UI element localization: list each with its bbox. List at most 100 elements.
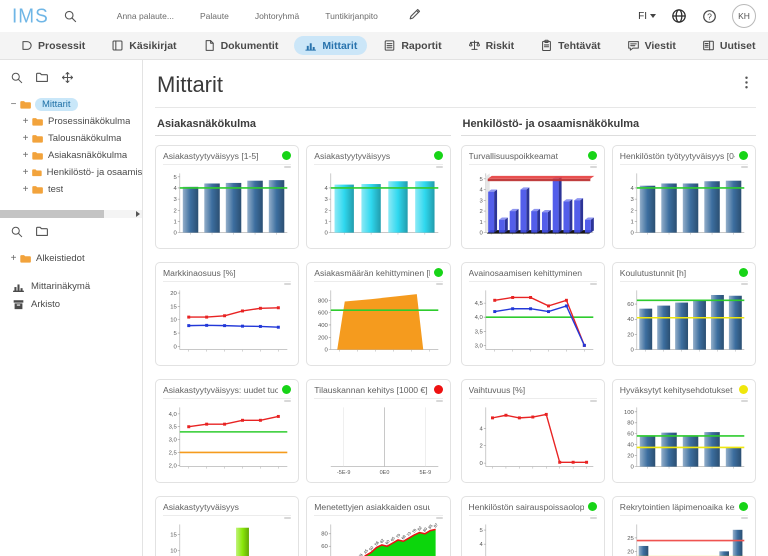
svg-text:?: ?: [707, 11, 712, 21]
chart-canvas: 0 200 400 600 800: [318, 290, 439, 353]
folder-icon: [31, 132, 44, 145]
svg-text:60: 60: [627, 432, 634, 438]
chart-card[interactable]: Koulutustunnit [h] 0 20 40 60: [611, 261, 756, 366]
nav-item-clipboard[interactable]: Tehtävät: [530, 36, 610, 55]
chart-card[interactable]: Henkilöstön työtyytyväisyys [0-... 0 1 2 3 4: [611, 144, 756, 249]
card-divider: [314, 163, 443, 165]
nav-item-news[interactable]: Uutiset: [692, 36, 766, 55]
chart-canvas: 4060802030384550586260657068737882808587: [321, 522, 439, 556]
tree-item[interactable]: + Asiakasnäkökulma: [0, 147, 142, 164]
nav-item-process[interactable]: Prosessit: [10, 36, 95, 55]
ims-logo[interactable]: IMS: [12, 6, 49, 26]
svg-text:1: 1: [325, 219, 328, 225]
expand-toggle[interactable]: +: [20, 184, 31, 195]
nav-item-document[interactable]: Dokumentit: [193, 36, 289, 55]
horizontal-scrollbar[interactable]: [0, 210, 142, 218]
card-divider: [468, 514, 597, 516]
chart-card[interactable]: Rekrytointien läpimenoaika kes...1015202…: [611, 495, 756, 556]
nav-item-message[interactable]: Viestit: [617, 36, 686, 55]
tree-item[interactable]: + Henkilöstö- ja osaamisnä: [0, 164, 142, 181]
search-icon[interactable]: [10, 225, 23, 238]
chart-canvas: 2345: [479, 524, 486, 556]
sidebar-link[interactable]: Mittarinäkymä: [0, 277, 142, 295]
svg-text:2,5: 2,5: [169, 450, 178, 456]
tree-item[interactable]: + Alkeistiedot: [0, 250, 142, 267]
search-icon[interactable]: [10, 71, 23, 84]
chart-canvas: 0 20 40 60 80 100: [624, 407, 745, 470]
status-dot-none: [282, 268, 291, 277]
svg-text:1: 1: [174, 219, 177, 225]
status-dot-green: [433, 268, 443, 278]
expand-toggle[interactable]: +: [8, 253, 19, 264]
chart-card[interactable]: Tilauskannan kehitys [1000 €] -5E-9 0E0 5E-…: [306, 378, 451, 483]
chart-card-header: Asiakastyytyväisyys [1-5]: [163, 151, 292, 161]
status-dot-none: [434, 502, 443, 511]
tree-item-root[interactable]: − Mittarit: [0, 96, 142, 113]
chart-title: Markkinaosuus [%]: [163, 267, 236, 278]
kebab-menu-icon[interactable]: [739, 75, 754, 95]
collapse-toggle[interactable]: −: [8, 99, 19, 110]
dashboard-sections: Asiakasnäkökulma Asiakastyytyväisyys [1-5…: [155, 108, 756, 556]
section-label: Asiakasnäkökulma: [155, 116, 451, 136]
expand-toggle[interactable]: +: [20, 167, 31, 178]
scrollbar-thumb[interactable]: [0, 210, 104, 218]
folder-tree: − Mittarit + Prosessinäkökulma + Talousnäköku…: [0, 92, 142, 204]
expand-toggle[interactable]: +: [20, 150, 31, 161]
scrollbar-right-arrow[interactable]: [136, 211, 140, 217]
pencil-icon[interactable]: [408, 7, 422, 21]
svg-text:600: 600: [318, 310, 329, 316]
chart-card[interactable]: Vaihtuvuus [%] 0 2 4: [460, 378, 605, 483]
sidebar-link[interactable]: Arkisto: [0, 295, 142, 313]
nav-item-report[interactable]: Raportit: [373, 36, 451, 55]
main-content: Mittarit Asiakasnäkökulma Asiakastyytyväi…: [143, 60, 768, 556]
chart-dark-icon: [12, 280, 25, 293]
chart-canvas: 0 20 40 60: [627, 290, 745, 353]
tree-item[interactable]: + Prosessinäkökulma: [0, 113, 142, 130]
avatar[interactable]: KH: [732, 4, 756, 28]
svg-text:4,0: 4,0: [474, 315, 483, 321]
dashboard-section: Asiakasnäkökulma Asiakastyytyväisyys [1-5…: [155, 116, 451, 556]
move-icon[interactable]: [61, 71, 74, 84]
card-handle: [435, 399, 443, 402]
folder-outline-icon[interactable]: [35, 224, 49, 238]
chart-card[interactable]: Asiakasmäärän kehittyminen [lk... 0 200 400…: [306, 261, 451, 366]
chart-card[interactable]: Markkinaosuus [%] 0 5 10 15 20: [155, 261, 300, 366]
card-divider: [619, 280, 748, 282]
topbar-tab[interactable]: Johtoryhmä: [255, 11, 299, 21]
tree-item[interactable]: + Talousnäkökulma: [0, 130, 142, 147]
chart-card[interactable]: Menetettyjen asiakkaiden osuus 4060802030…: [306, 495, 451, 556]
language-selector[interactable]: FI: [638, 11, 656, 22]
nav-item-scale[interactable]: Riskit: [458, 36, 525, 55]
topbar-tab[interactable]: Tuntikirjanpito: [325, 11, 378, 21]
tree-item-label: test: [48, 184, 64, 195]
chart-canvas: 10152025: [627, 524, 745, 556]
search-icon[interactable]: [63, 9, 77, 23]
chart-canvas: 3,0 3,5 4,0 4,5: [474, 290, 593, 352]
kebab-icon[interactable]: [739, 75, 754, 90]
chart-card[interactable]: Asiakastyytyväisyys 0 1 2 3 4: [306, 144, 451, 249]
chart-card[interactable]: Asiakastyytyväisyys: uudet tuott...2,02,…: [155, 378, 300, 483]
chart-card[interactable]: Hyväksytyt kehitysehdotukset [... 0 20 40 60…: [611, 378, 756, 483]
expand-toggle[interactable]: +: [20, 133, 31, 144]
expand-toggle[interactable]: +: [20, 116, 31, 127]
nav-item-label: Dokumentit: [220, 39, 279, 52]
topbar-tab[interactable]: Palaute: [200, 11, 229, 21]
nav-item-book[interactable]: Käsikirjat: [101, 36, 186, 55]
chart-card[interactable]: Turvallisuuspoikkeamat 0 1 2 3 4 5: [460, 144, 605, 249]
chart-card[interactable]: Asiakastyytyväisyys51015: [155, 495, 300, 556]
help-icon[interactable]: ?: [702, 9, 717, 24]
globe-icon[interactable]: [671, 8, 687, 24]
folder-icon: [19, 252, 32, 265]
tree-item[interactable]: + test: [0, 181, 142, 198]
chart-card[interactable]: Henkilöstön sairauspoissaolopr...2345: [460, 495, 605, 556]
chart-card-header: Menetettyjen asiakkaiden osuus: [314, 502, 442, 512]
nav-item-label: Käsikirjat: [129, 39, 177, 52]
folder-outline-icon[interactable]: [35, 70, 49, 84]
chart-card[interactable]: Asiakastyytyväisyys [1-5] 0 1 2 3 4 5: [155, 144, 300, 249]
topbar-tab[interactable]: Anna palaute...: [117, 11, 174, 21]
svg-text:0: 0: [630, 230, 634, 236]
nav-item-chart[interactable]: Mittarit: [294, 36, 368, 55]
chart-card[interactable]: Avainosaamisen kehittyminen [... 3,0 3,5 4,…: [460, 261, 605, 366]
card-divider: [314, 280, 443, 282]
svg-text:400: 400: [318, 323, 329, 329]
